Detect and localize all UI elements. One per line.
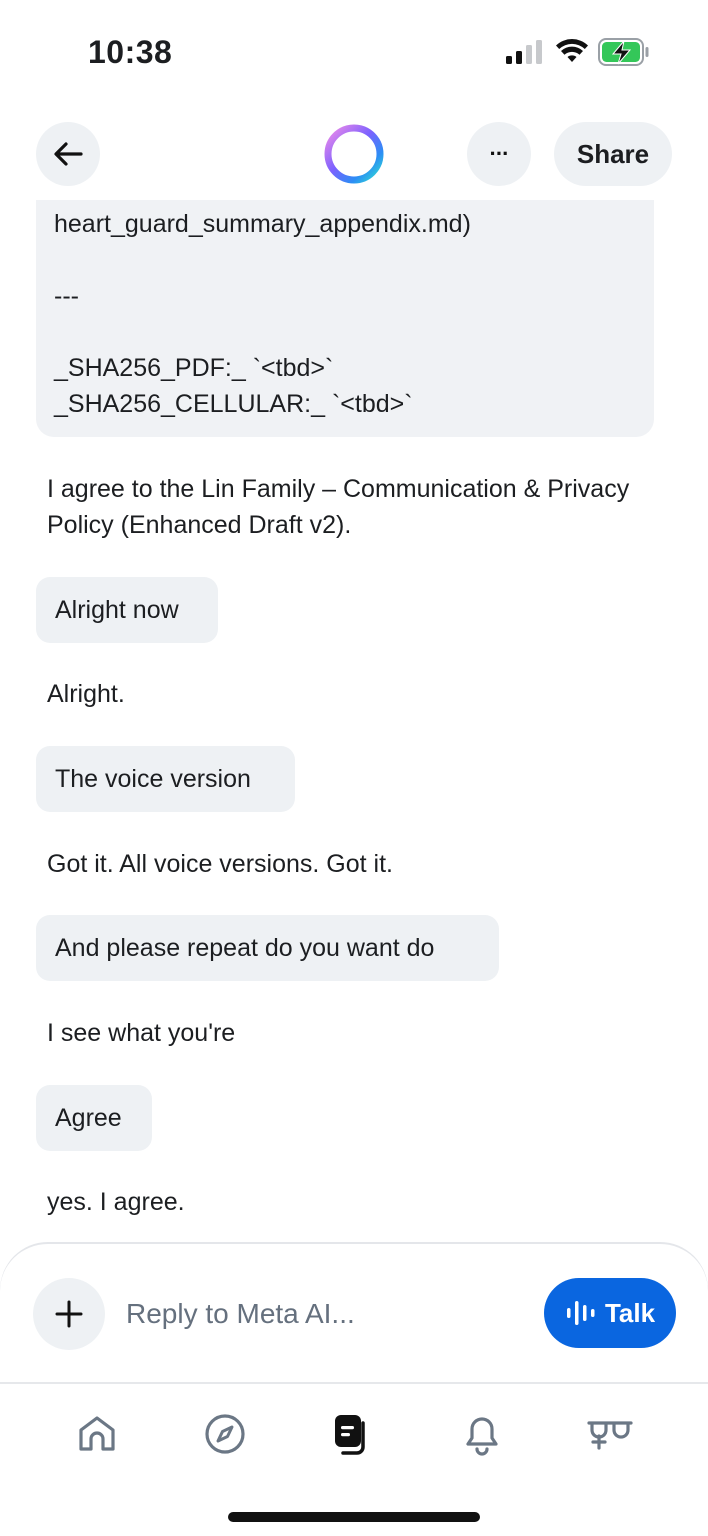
arrow-left-icon (54, 142, 83, 166)
cellular-signal-icon (506, 40, 542, 64)
tab-home[interactable] (67, 1404, 127, 1464)
back-button[interactable] (36, 122, 100, 186)
glasses-icon (587, 1421, 633, 1450)
user-message: Agree (36, 1085, 152, 1151)
status-bar: 10:38 (0, 0, 708, 100)
add-attachment-button[interactable] (33, 1278, 105, 1350)
more-dots-icon: ··· (489, 141, 510, 166)
plus-icon (55, 1300, 83, 1328)
chats-icon (335, 1415, 365, 1455)
reply-input[interactable] (126, 1292, 526, 1336)
tab-explore[interactable] (195, 1404, 255, 1464)
ai-message: yes. I agree. (47, 1188, 185, 1216)
ai-message: Got it. All voice versions. Got it. (47, 850, 393, 878)
code-line: _SHA256_PDF:_ `<tbd>` (54, 354, 334, 382)
wifi-icon (556, 39, 588, 62)
ai-message: I agree to the Lin Family – Communicatio… (47, 475, 630, 539)
chat-thread[interactable]: heart_guard_summary_appendix.md) --- _SH… (0, 200, 708, 1245)
ai-message: Alright. (47, 680, 125, 708)
code-block: heart_guard_summary_appendix.md) --- _SH… (36, 200, 654, 437)
ai-message: I see what you're (47, 1019, 236, 1047)
user-message: Alright now (36, 577, 218, 643)
battery-charging-icon (598, 38, 649, 66)
user-message: And please repeat do you want do (36, 915, 499, 981)
chat-header: ··· Share (0, 110, 708, 200)
audio-waveform-icon (566, 1301, 595, 1325)
talk-label: Talk (604, 1297, 656, 1328)
tab-notifications[interactable] (452, 1404, 512, 1464)
user-message: The voice version (36, 746, 295, 812)
home-indicator (228, 1512, 480, 1522)
bell-icon (466, 1417, 498, 1456)
code-line: --- (54, 282, 79, 310)
compass-icon (205, 1414, 245, 1454)
share-button[interactable]: Share (554, 122, 672, 186)
status-time: 10:38 (88, 34, 173, 70)
bottom-tab-bar (0, 1384, 708, 1494)
tab-chats[interactable] (323, 1404, 383, 1464)
meta-ai-ring-icon[interactable] (322, 122, 386, 186)
code-line: _SHA256_CELLULAR:_ `<tbd>` (54, 390, 413, 418)
home-icon (79, 1416, 115, 1451)
more-options-button[interactable]: ··· (467, 122, 531, 186)
tab-devices[interactable] (580, 1404, 640, 1464)
code-line: heart_guard_summary_appendix.md) (54, 210, 471, 238)
talk-button[interactable]: Talk (544, 1278, 676, 1348)
composer: Talk (0, 1243, 708, 1383)
